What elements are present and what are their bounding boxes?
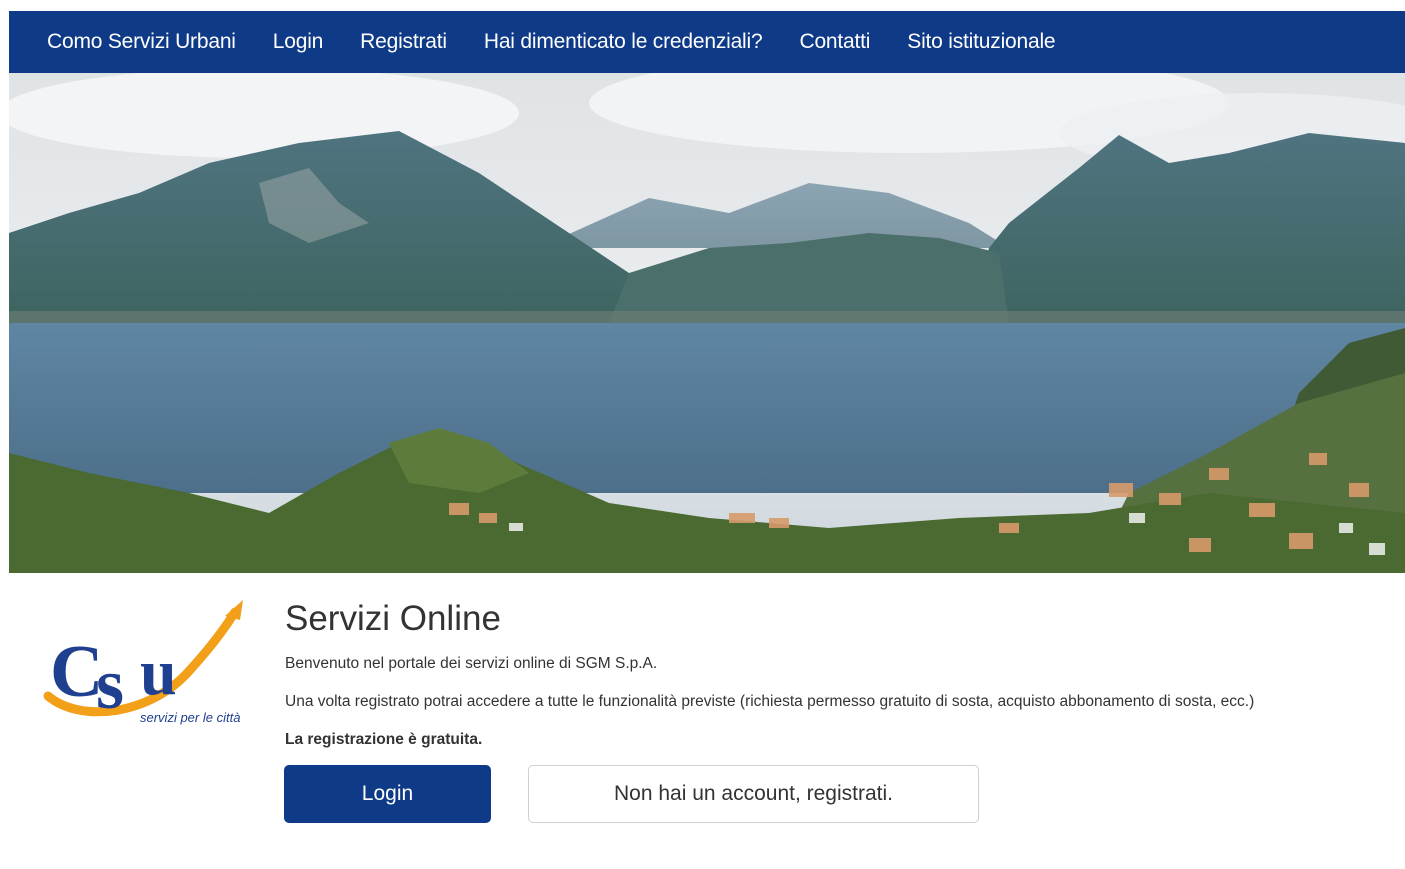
nav-forgot-credentials-link[interactable]: Hai dimenticato le credenziali?: [484, 30, 763, 54]
login-button[interactable]: Login: [284, 765, 491, 823]
svg-text:u: u: [140, 636, 177, 709]
nav-home-link[interactable]: Como Servizi Urbani: [47, 30, 236, 54]
info-text: Una volta registrato potrai accedere a t…: [285, 693, 1255, 710]
nav-contacts-link[interactable]: Contatti: [799, 30, 870, 54]
logo-tagline: servizi per le città: [140, 710, 240, 725]
register-button[interactable]: Non hai un account, registrati.: [528, 765, 979, 823]
welcome-text: Benvenuto nel portale dei servizi online…: [285, 655, 658, 672]
nav-institutional-site-link[interactable]: Sito istituzionale: [907, 30, 1055, 54]
hero-lake-image: [9, 73, 1405, 573]
csu-logo: C s u servizi per le città: [40, 598, 250, 730]
free-registration-note: La registrazione è gratuita.: [285, 731, 483, 748]
top-navbar: Como Servizi Urbani Login Registrati Hai…: [9, 11, 1405, 73]
main-content: Servizi Online Benvenuto nel portale dei…: [285, 598, 1254, 748]
nav-register-link[interactable]: Registrati: [360, 30, 447, 54]
svg-text:s: s: [96, 644, 124, 724]
nav-login-link[interactable]: Login: [273, 30, 324, 54]
page-title: Servizi Online: [285, 599, 501, 638]
